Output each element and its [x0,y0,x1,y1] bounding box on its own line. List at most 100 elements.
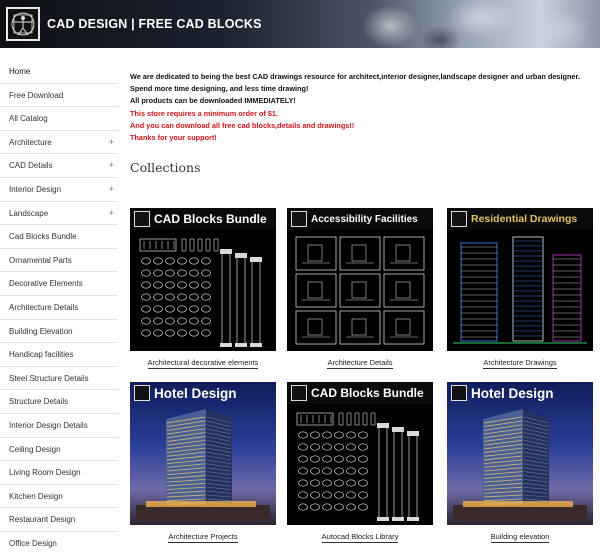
sidebar-item-label: Free Download [9,90,64,100]
sidebar-item-label: Office Design [9,538,57,548]
thumbnail-banner: Residential Drawings [447,208,593,230]
thumbnail-drawing [136,409,270,521]
collection-tile[interactable]: CAD Blocks Bundle Architectural decorativ… [130,208,276,369]
collection-caption: Building elevation [447,532,593,543]
thumbnail-drawing [453,409,587,521]
expand-plus-icon[interactable]: + [109,178,114,201]
sidebar-item[interactable]: Home [0,60,118,84]
thumbnail-title: Accessibility Facilities [311,213,418,225]
collection-link[interactable]: Architectural decorative elements [147,358,259,369]
sidebar-item-label: Handicap facilities [9,350,74,360]
collections-heading: Collections [130,160,201,176]
collection-link[interactable]: Architecture Projects [168,532,238,543]
intro-line: Spend more time designing, and less time… [130,84,309,94]
sidebar-item-label: All Catalog [9,114,48,124]
sidebar-item-label: Building Elevation [9,326,73,336]
thumbnail-drawing [296,412,419,521]
collection-thumbnail[interactable]: Residential Drawings [447,208,593,351]
collection-tile[interactable]: CAD Blocks Bundle Autocad Blocks Library [287,382,433,543]
collection-link[interactable]: Architecture Drawings [483,358,557,369]
collection-caption: Architecture Drawings [447,358,593,369]
collection-thumbnail[interactable]: Hotel Design [447,382,593,525]
sidebar-item[interactable]: Architecture + [0,131,118,155]
sidebar-item-label: Interior Design [9,184,62,194]
header-statue-image [330,0,600,48]
collection-tile[interactable]: Hotel Design Building elevation [447,382,593,543]
intro-text: We are dedicated to being the best CAD d… [130,71,590,144]
collection-thumbnail[interactable]: CAD Blocks Bundle [287,382,433,525]
thumbnail-title: Hotel Design [471,385,554,401]
sidebar-item-label: Decorative Elements [9,279,83,289]
sidebar-item-label: CAD Details [9,161,53,171]
collection-caption: Architecture Projects [130,532,276,543]
sidebar-item[interactable]: Restaurant Design [0,508,118,532]
sidebar-item-label: Structure Details [9,397,69,407]
sidebar-item[interactable]: Handicap facilities [0,343,118,367]
sidebar-item[interactable]: Kitchen Design [0,485,118,509]
sidebar-item-label: Steel Structure Details [9,373,89,383]
sidebar-item[interactable]: Steel Structure Details [0,367,118,391]
sidebar-item[interactable]: Office Design [0,532,118,553]
sidebar-item-label: Architecture Details [9,302,79,312]
sidebar-item-label: Home [9,67,31,76]
intro-line-red: This store requires a minimum order of $… [130,108,279,118]
banner-logo-icon [291,385,307,401]
expand-plus-icon[interactable]: + [109,131,114,154]
sidebar-item-label: Cad Blocks Bundle [9,232,77,242]
banner-logo-icon [291,211,307,227]
site-title[interactable]: CAD DESIGN | FREE CAD BLOCKS [47,17,262,31]
sidebar-nav: Home Free Download All Catalog Architecture… [0,60,118,553]
thumbnail-banner: CAD Blocks Bundle [130,208,276,230]
collection-tile[interactable]: Residential Drawings Architecture Drawing… [447,208,593,369]
banner-logo-icon [451,211,467,227]
sidebar-item-label: Interior Design Details [9,420,88,430]
collection-link[interactable]: Building elevation [490,532,550,543]
intro-line: All products can be downloaded IMMEDIATE… [130,96,296,106]
thumbnail-drawing [295,236,425,345]
collection-tile[interactable]: Hotel Design Architecture Projects [130,382,276,543]
sidebar-item[interactable]: Living Room Design [0,461,118,485]
sidebar-item[interactable]: Building Elevation [0,320,118,344]
thumbnail-banner: CAD Blocks Bundle [287,382,433,404]
expand-plus-icon[interactable]: + [109,202,114,225]
sidebar-item-label: Ornamental Parts [9,255,72,265]
collection-link[interactable]: Autocad Blocks Library [321,532,399,543]
sidebar-item[interactable]: Cad Blocks Bundle [0,225,118,249]
thumbnail-banner: Hotel Design [447,382,593,404]
sidebar-item[interactable]: Interior Design + [0,178,118,202]
collection-caption: Architecture Details [287,358,433,369]
vitruvian-logo-icon[interactable] [6,7,40,41]
sidebar-item[interactable]: All Catalog [0,107,118,131]
sidebar-item[interactable]: Ceiling Design [0,438,118,462]
thumbnail-drawing [139,238,262,347]
collection-caption: Autocad Blocks Library [287,532,433,543]
sidebar-item-label: Living Room Design [9,468,81,478]
sidebar-item[interactable]: Free Download [0,84,118,108]
banner-logo-icon [451,385,467,401]
thumbnail-title: Hotel Design [154,385,237,401]
sidebar-item[interactable]: Architecture Details [0,296,118,320]
intro-line-red: And you can download all free cad blocks… [130,120,355,130]
collection-caption: Architectural decorative elements [130,358,276,369]
collection-thumbnail[interactable]: Accessibility Facilities [287,208,433,351]
intro-line: We are dedicated to being the best CAD d… [130,72,580,81]
sidebar-item[interactable]: CAD Details + [0,154,118,178]
sidebar-item[interactable]: Landscape + [0,202,118,226]
sidebar-item-label: Architecture [9,137,52,147]
thumbnail-title: Residential Drawings [471,213,578,225]
sidebar-item-label: Ceiling Design [9,444,61,454]
collection-tile[interactable]: Accessibility Facilities Architecture Det… [287,208,433,369]
sidebar-item-label: Landscape [9,208,49,218]
expand-plus-icon[interactable]: + [109,154,114,177]
sidebar-item[interactable]: Decorative Elements [0,272,118,296]
thumbnail-banner: Accessibility Facilities [287,208,433,230]
collection-thumbnail[interactable]: CAD Blocks Bundle [130,208,276,351]
collection-link[interactable]: Architecture Details [327,358,393,369]
collection-thumbnail[interactable]: Hotel Design [130,382,276,525]
sidebar-item[interactable]: Interior Design Details [0,414,118,438]
thumbnail-title: CAD Blocks Bundle [311,386,424,400]
main-content: We are dedicated to being the best CAD d… [130,71,590,175]
sidebar-item[interactable]: Ornamental Parts [0,249,118,273]
sidebar-item[interactable]: Structure Details [0,390,118,414]
site-header: CAD DESIGN | FREE CAD BLOCKS [0,0,600,48]
